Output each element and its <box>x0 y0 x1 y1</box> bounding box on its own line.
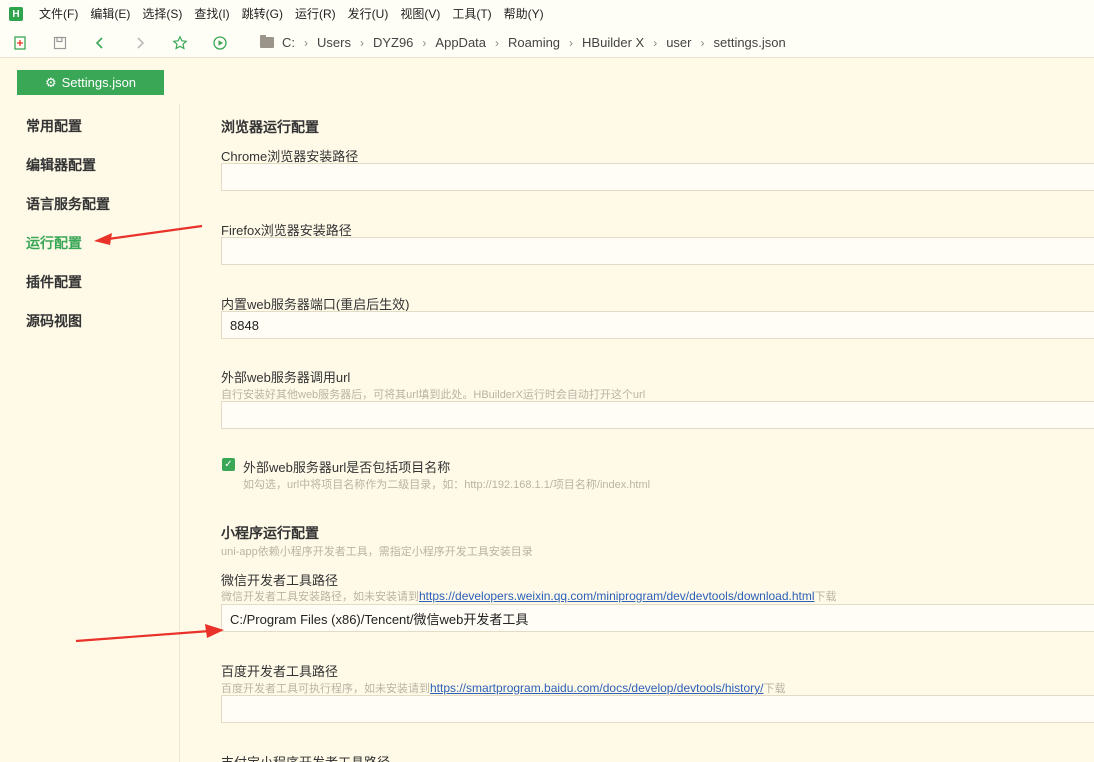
external-server-url-input[interactable] <box>221 401 1094 429</box>
sidebar-item-language-service[interactable]: 语言服务配置 <box>26 194 110 214</box>
menu-file[interactable]: 文件(F) <box>33 0 84 28</box>
external-server-url-label: 外部web服务器调用url <box>221 370 351 385</box>
include-project-name-checkbox[interactable]: ✓ <box>222 458 235 471</box>
annotation-arrow-icon <box>75 624 224 643</box>
forward-icon[interactable] <box>120 28 160 58</box>
wechat-devtools-input[interactable] <box>221 604 1094 632</box>
menu-find[interactable]: 查找(I) <box>188 0 235 28</box>
menu-publish[interactable]: 发行(U) <box>342 0 395 28</box>
sidebar-item-editor[interactable]: 编辑器配置 <box>26 155 96 175</box>
breadcrumb-item[interactable]: Users <box>317 35 351 50</box>
include-project-name-hint: 如勾选，url中将项目名称作为二级目录，如：http://192.168.1.1… <box>243 479 651 491</box>
hbuilder-logo: H <box>9 7 23 21</box>
miniprogram-section-title: 小程序运行配置 <box>221 525 319 541</box>
menu-tools[interactable]: 工具(T) <box>446 0 497 28</box>
baidu-hint-text: 百度开发者工具可执行程序，如未安装请到 <box>221 683 430 695</box>
wechat-devtools-hint: 微信开发者工具安装路径，如未安装请到https://developers.wei… <box>221 588 837 604</box>
web-server-port-input[interactable] <box>221 311 1094 339</box>
chrome-path-input[interactable] <box>221 163 1094 191</box>
chevron-right-icon: › <box>304 35 308 50</box>
back-icon[interactable] <box>80 28 120 58</box>
sidebar-item-general[interactable]: 常用配置 <box>26 116 82 136</box>
new-file-icon[interactable] <box>0 28 40 58</box>
firefox-path-input[interactable] <box>221 237 1094 265</box>
menu-goto[interactable]: 跳转(G) <box>236 0 289 28</box>
toolbar: C: › Users › DYZ96 › AppData › Roaming ›… <box>0 28 1094 58</box>
folder-icon <box>260 35 274 48</box>
sidebar-item-plugins[interactable]: 插件配置 <box>26 272 82 292</box>
annotation-arrow-icon <box>94 224 203 245</box>
menu-run[interactable]: 运行(R) <box>289 0 342 28</box>
chevron-right-icon: › <box>700 35 705 50</box>
breadcrumb: C: › Users › DYZ96 › AppData › Roaming ›… <box>260 35 786 50</box>
wechat-hint-suffix: 下载 <box>814 591 837 603</box>
star-icon[interactable] <box>160 28 200 58</box>
sidebar-item-run[interactable]: 运行配置 <box>26 233 82 253</box>
browser-section-title: 浏览器运行配置 <box>221 119 319 135</box>
save-icon[interactable] <box>40 28 80 58</box>
menu-help[interactable]: 帮助(Y) <box>498 0 550 28</box>
breadcrumb-item[interactable]: HBuilder X <box>582 35 644 50</box>
breadcrumb-item[interactable]: AppData <box>435 35 486 50</box>
miniprogram-section-hint: uni-app依赖小程序开发者工具，需指定小程序开发工具安装目录 <box>221 546 533 558</box>
menubar: H 文件(F) 编辑(E) 选择(S) 查找(I) 跳转(G) 运行(R) 发行… <box>0 0 1094 28</box>
breadcrumb-item[interactable]: DYZ96 <box>373 35 413 50</box>
baidu-devtools-label: 百度开发者工具路径 <box>221 664 339 679</box>
run-icon[interactable] <box>200 28 240 58</box>
wechat-hint-text: 微信开发者工具安装路径，如未安装请到 <box>221 591 419 603</box>
chevron-right-icon: › <box>495 35 500 50</box>
chevron-right-icon: › <box>653 35 658 50</box>
menu-edit[interactable]: 编辑(E) <box>84 0 136 28</box>
breadcrumb-item[interactable]: C: <box>282 35 295 50</box>
baidu-download-link[interactable]: https://smartprogram.baidu.com/docs/deve… <box>430 681 764 695</box>
menu-select[interactable]: 选择(S) <box>136 0 188 28</box>
baidu-devtools-input[interactable] <box>221 695 1094 723</box>
chevron-right-icon: › <box>569 35 574 50</box>
breadcrumb-item[interactable]: user <box>666 35 691 50</box>
alipay-devtools-label: 支付宝小程序开发者工具路径 <box>221 752 390 762</box>
baidu-hint-suffix: 下载 <box>763 683 786 695</box>
settings-sidebar: 常用配置 编辑器配置 语言服务配置 运行配置 插件配置 源码视图 <box>0 104 180 762</box>
chevron-right-icon: › <box>359 35 364 50</box>
breadcrumb-item[interactable]: settings.json <box>713 35 785 50</box>
tab-label: Settings.json <box>61 75 137 90</box>
sidebar-item-source-view[interactable]: 源码视图 <box>26 311 82 331</box>
chevron-right-icon: › <box>422 35 427 50</box>
settings-json-tab[interactable]: ⚙ Settings.json <box>17 70 164 95</box>
include-project-name-label: 外部web服务器url是否包括项目名称 <box>243 460 451 475</box>
wechat-devtools-label: 微信开发者工具路径 <box>221 573 339 588</box>
menu-view[interactable]: 视图(V) <box>394 0 446 28</box>
gear-icon: ⚙ <box>44 74 57 90</box>
external-server-url-hint: 自行安装好其他web服务器后，可将其url填到此处。HBuilderX运行时会自… <box>221 389 646 401</box>
wechat-download-link[interactable]: https://developers.weixin.qq.com/minipro… <box>419 589 815 603</box>
breadcrumb-item[interactable]: Roaming <box>508 35 560 50</box>
baidu-devtools-hint: 百度开发者工具可执行程序，如未安装请到https://smartprogram.… <box>221 680 786 696</box>
